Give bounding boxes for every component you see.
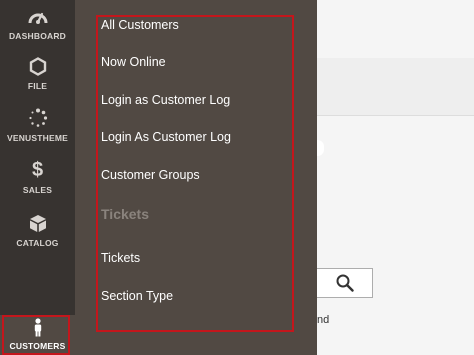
box-icon bbox=[29, 215, 46, 232]
nav-item-catalog[interactable]: CATALOG bbox=[0, 214, 75, 248]
admin-sidebar: DASHBOARD FILE VENUSTHEME $ SALES CATALO… bbox=[0, 0, 75, 355]
background-partial-text: nd bbox=[317, 314, 330, 326]
nav-item-venustheme[interactable]: VENUSTHEME bbox=[0, 108, 75, 143]
nav-label: SALES bbox=[22, 185, 53, 195]
page-header-band bbox=[317, 58, 474, 116]
nav-label: FILE bbox=[27, 81, 48, 91]
nav-item-file[interactable]: FILE bbox=[0, 57, 75, 91]
nav-label: DASHBOARD bbox=[8, 31, 67, 41]
flyout-highlight-frame bbox=[96, 15, 294, 332]
dashboard-icon bbox=[28, 12, 47, 24]
dollar-icon: $ bbox=[31, 159, 44, 181]
nav-item-sales[interactable]: $ SALES bbox=[0, 160, 75, 195]
nav-label: VENUSTHEME bbox=[6, 133, 69, 143]
hexagon-icon bbox=[29, 57, 46, 76]
customers-highlight-frame bbox=[2, 315, 70, 355]
spinner-dots-icon bbox=[28, 108, 47, 127]
magnifier-icon[interactable] bbox=[336, 274, 354, 292]
nav-label: CATALOG bbox=[16, 238, 59, 248]
nav-item-dashboard[interactable]: DASHBOARD bbox=[0, 8, 75, 41]
